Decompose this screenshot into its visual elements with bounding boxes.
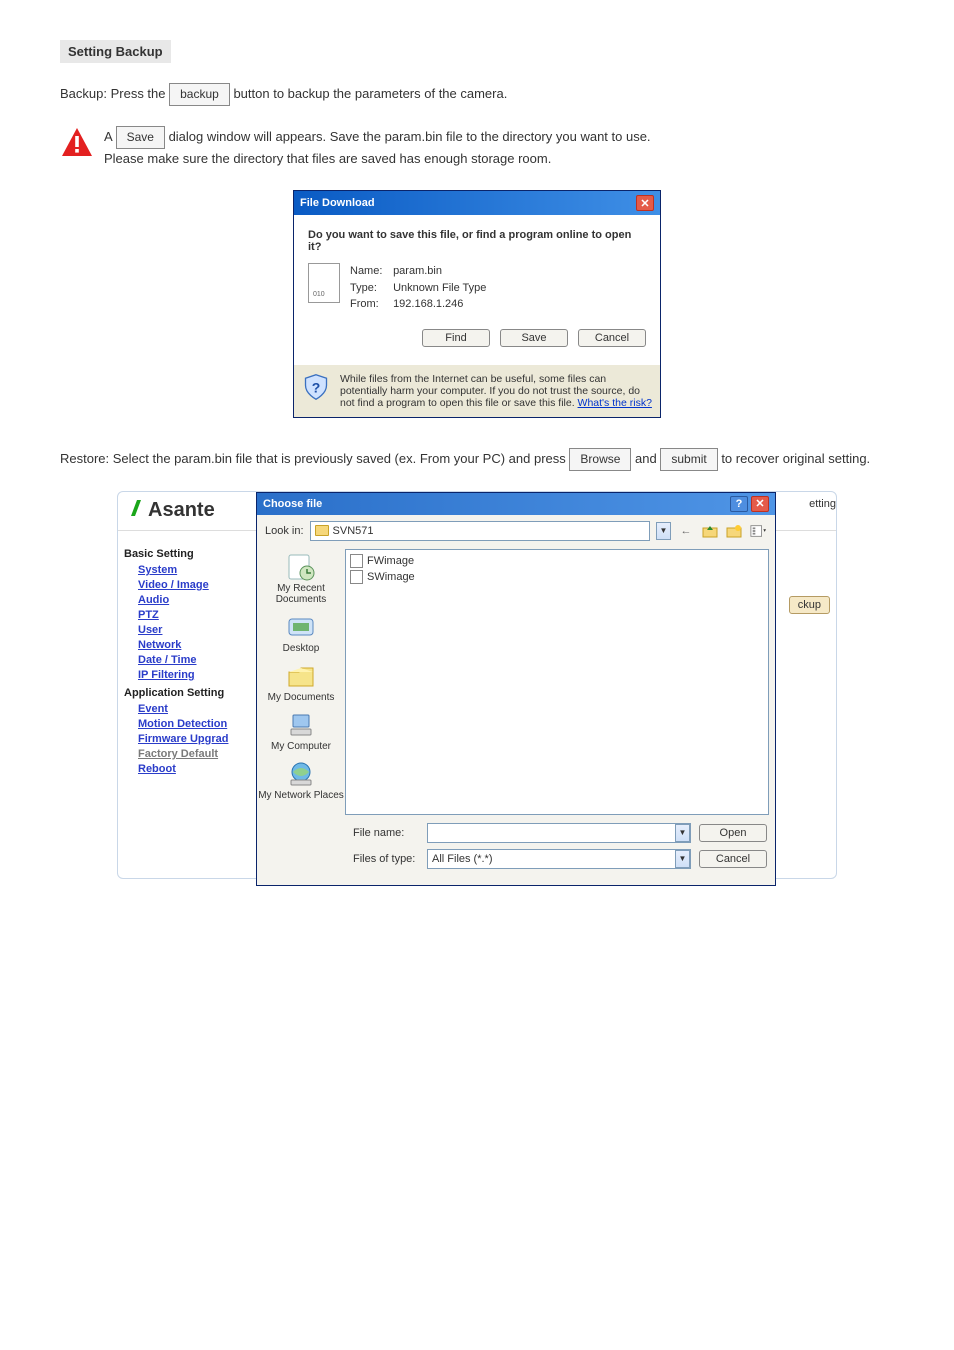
filename-input[interactable]: ▼ <box>427 823 691 843</box>
text: Backup: Press the <box>60 86 169 101</box>
place-label: My Documents <box>268 692 335 703</box>
file-entry[interactable]: FWimage <box>350 554 764 568</box>
sidebar-heading-basic: Basic Setting <box>124 548 262 560</box>
sidebar-item-video-image[interactable]: Video / Image <box>138 579 262 591</box>
label-from: From: <box>350 296 390 313</box>
chevron-down-icon[interactable]: ▼ <box>675 824 690 842</box>
help-shield-icon: ? <box>302 373 330 401</box>
chevron-down-icon[interactable]: ▼ <box>675 850 690 868</box>
label-type: Type: <box>350 280 390 297</box>
sidebar-item-firmware-upgrade[interactable]: Firmware Upgrad <box>138 733 262 745</box>
open-button[interactable]: Open <box>699 824 767 842</box>
place-label: Desktop <box>283 643 320 654</box>
place-my-network-places[interactable]: My Network Places <box>258 760 344 801</box>
lookin-value: SVN571 <box>333 525 374 537</box>
dialog-title: File Download <box>300 197 375 209</box>
sidebar-item-factory-default[interactable]: Factory Default <box>138 748 262 760</box>
logo-text: Asante <box>148 499 215 522</box>
chevron-down-icon[interactable]: ▼ <box>656 522 671 540</box>
text: dialog window will appears. Save the par… <box>169 129 651 144</box>
sidebar-item-network[interactable]: Network <box>138 639 262 651</box>
whats-the-risk-link[interactable]: What's the risk? <box>578 397 652 409</box>
dialog-titlebar: File Download ✕ <box>294 191 660 215</box>
text: Please make sure the directory that file… <box>104 151 551 166</box>
cancel-button[interactable]: Cancel <box>699 850 767 868</box>
document-icon <box>350 570 363 584</box>
place-label: My Computer <box>271 741 331 752</box>
place-my-computer[interactable]: My Computer <box>271 711 331 752</box>
sidebar-nav: Basic Setting System Video / Image Audio… <box>124 542 262 778</box>
clipped-text-etting: etting <box>809 498 836 510</box>
place-desktop[interactable]: Desktop <box>283 613 320 654</box>
file-download-dialog: File Download ✕ Do you want to save this… <box>293 190 661 418</box>
places-bar: My Recent Documents Desktop My Documents… <box>257 547 345 817</box>
place-recent-documents[interactable]: My Recent Documents <box>257 553 345 605</box>
sidebar-item-motion-detection[interactable]: Motion Detection <box>138 718 262 730</box>
new-folder-icon[interactable] <box>725 522 743 540</box>
lookin-dropdown[interactable]: SVN571 <box>310 521 650 541</box>
svg-text:?: ? <box>312 379 321 395</box>
save-button[interactable]: Save <box>500 329 568 347</box>
file-name: FWimage <box>367 555 414 567</box>
section-heading: Setting Backup <box>60 40 171 63</box>
cancel-button[interactable]: Cancel <box>578 329 646 347</box>
place-my-documents[interactable]: My Documents <box>268 662 335 703</box>
up-folder-icon[interactable] <box>701 522 719 540</box>
dialog-question: Do you want to save this file, or find a… <box>308 229 646 253</box>
warning-icon <box>60 126 94 165</box>
place-label: My Network Places <box>258 790 344 801</box>
choose-file-title: Choose file <box>263 498 322 510</box>
backup-button-inline: backup <box>169 83 230 106</box>
place-label: My Recent Documents <box>257 583 345 605</box>
save-button-inline: Save <box>116 126 165 149</box>
sidebar-item-user[interactable]: User <box>138 624 262 636</box>
file-icon <box>308 263 340 303</box>
logo-slash-icon <box>128 498 144 524</box>
sidebar-item-event[interactable]: Event <box>138 703 262 715</box>
close-icon[interactable]: ✕ <box>636 195 654 211</box>
text: to recover original setting. <box>721 451 870 466</box>
text: and <box>635 451 660 466</box>
value-name: param.bin <box>393 265 442 277</box>
find-button[interactable]: Find <box>422 329 490 347</box>
files-of-type-label: Files of type: <box>353 853 419 865</box>
file-entry[interactable]: SWimage <box>350 570 764 584</box>
label-name: Name: <box>350 263 390 280</box>
files-of-type-dropdown[interactable]: All Files (*.*) ▼ <box>427 849 691 869</box>
folder-icon <box>315 525 329 536</box>
choose-file-titlebar: Choose file ? ✕ <box>257 493 775 515</box>
sidebar-item-date-time[interactable]: Date / Time <box>138 654 262 666</box>
clipped-backup-button[interactable]: ckup <box>789 596 830 614</box>
choose-file-dialog: Choose file ? ✕ Look in: SVN571 ▼ ← <box>256 492 776 886</box>
restore-paragraph: Restore: Select the param.bin file that … <box>60 448 894 471</box>
help-icon[interactable]: ? <box>730 496 748 512</box>
lookin-label: Look in: <box>265 525 304 537</box>
text: button to backup the parameters of the c… <box>233 86 507 101</box>
back-icon[interactable]: ← <box>677 522 695 540</box>
sidebar-item-system[interactable]: System <box>138 564 262 576</box>
document-icon <box>350 554 363 568</box>
dialog-warning-text: While files from the Internet can be use… <box>340 373 652 409</box>
value-type: Unknown File Type <box>393 282 486 294</box>
sidebar-item-ip-filtering[interactable]: IP Filtering <box>138 669 262 681</box>
value-from: 192.168.1.246 <box>393 298 463 310</box>
file-list-area[interactable]: FWimage SWimage <box>345 549 769 815</box>
sidebar-heading-application: Application Setting <box>124 687 262 699</box>
files-of-type-value: All Files (*.*) <box>432 853 493 865</box>
sidebar-item-reboot[interactable]: Reboot <box>138 763 262 775</box>
close-icon[interactable]: ✕ <box>751 496 769 512</box>
browse-button-inline: Browse <box>569 448 631 471</box>
text: Restore: Select the param.bin file that … <box>60 451 569 466</box>
settings-panel: Asante etting ckup Basic Setting System … <box>117 491 837 879</box>
file-name: SWimage <box>367 571 415 583</box>
view-menu-icon[interactable] <box>749 522 767 540</box>
filename-label: File name: <box>353 827 419 839</box>
backup-paragraph: Backup: Press the backup button to backu… <box>60 83 894 106</box>
text: A <box>104 129 116 144</box>
sidebar-item-audio[interactable]: Audio <box>138 594 262 606</box>
sidebar-item-ptz[interactable]: PTZ <box>138 609 262 621</box>
submit-button-inline: submit <box>660 448 717 471</box>
